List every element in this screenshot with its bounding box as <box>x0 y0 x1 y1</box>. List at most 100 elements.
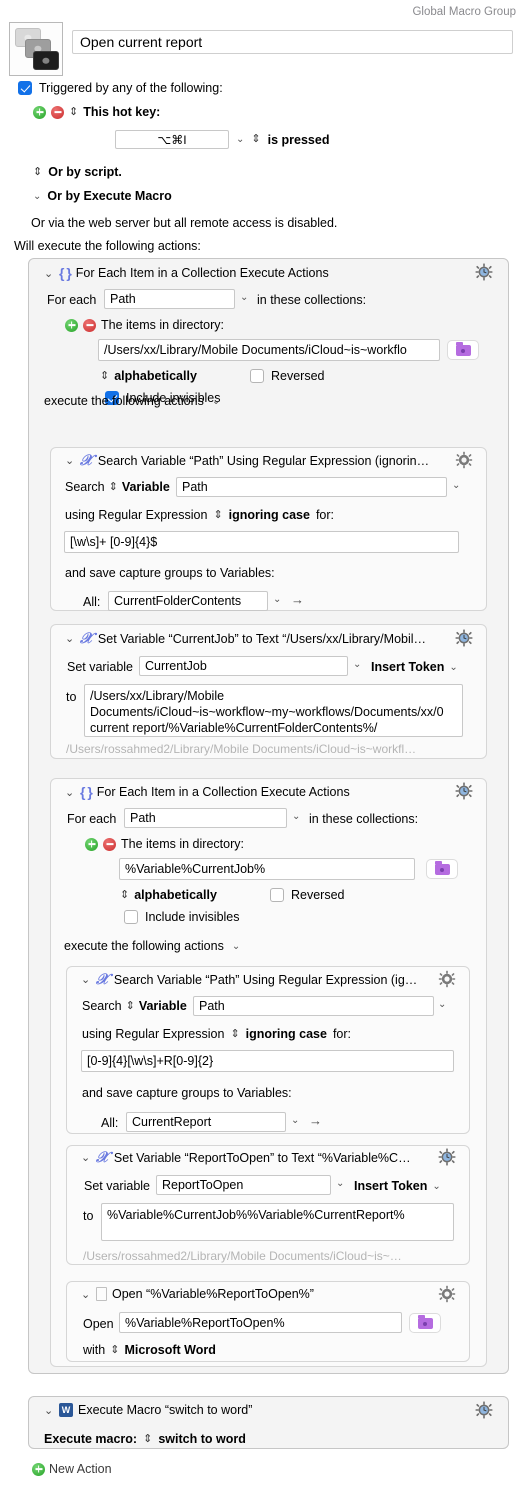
foreach-inner-directory-input[interactable]: %Variable%CurrentJob% <box>119 858 415 880</box>
foreach-inner-items-in-directory-label: The items in directory: <box>121 837 244 851</box>
execute-macro-disclosure-icon[interactable]: ⌄ <box>44 1404 54 1417</box>
script-trigger-stepper-icon[interactable]: ⇕ <box>33 166 42 178</box>
foreach-outer-sort-row[interactable]: ⇕ alphabetically <box>100 369 197 383</box>
foreach-inner-in-collections-label: in these collections: <box>309 812 419 826</box>
gear-icon[interactable] <box>455 451 473 469</box>
search2-source-chevron-down-icon[interactable]: ⌄ <box>438 999 446 1010</box>
trigger-enable-checkbox[interactable] <box>18 81 32 95</box>
search2-all-input[interactable]: CurrentReport <box>126 1112 286 1132</box>
foreach-inner-reversed-row[interactable]: Reversed <box>270 888 345 902</box>
hotkey-condition-stepper-icon[interactable]: ⇕ <box>251 134 260 145</box>
setvar1-set-variable-label: Set variable <box>67 660 134 674</box>
foreach-outer-execute-following-row[interactable]: execute the following actions ⌄ <box>44 394 220 408</box>
foreach-outer-disclosure-icon[interactable]: ⌄ <box>44 267 54 280</box>
search1-disclosure-icon[interactable]: ⌄ <box>65 454 75 467</box>
foreach-outer-variable-input[interactable]: Path <box>104 289 235 309</box>
remove-collection-button[interactable] <box>103 837 116 851</box>
foreach-inner-execute-following-chevron-down-icon[interactable]: ⌄ <box>232 941 240 952</box>
setvar1-variable-name: CurrentJob <box>145 659 207 673</box>
folder-icon <box>417 1315 433 1329</box>
add-collection-button[interactable] <box>65 318 78 332</box>
foreach-outer-folder-picker-button[interactable] <box>447 340 479 360</box>
open-title: Open “%Variable%ReportToOpen%” <box>112 1287 314 1301</box>
foreach-inner-execute-following-row[interactable]: execute the following actions ⌄ <box>64 939 240 953</box>
gear-icon[interactable] <box>438 1285 456 1303</box>
foreach-inner-folder-picker-button[interactable] <box>426 859 458 879</box>
foreach-inner-variable-input[interactable]: Path <box>124 808 287 828</box>
setvar2-text-input[interactable]: %Variable%CurrentJob%%Variable%CurrentRe… <box>101 1203 454 1241</box>
search2-case-stepper-icon[interactable]: ⇕ <box>230 1028 239 1040</box>
search1-for-label: for: <box>315 508 335 522</box>
remove-trigger-button[interactable] <box>51 105 64 119</box>
execute-macro-stepper-icon[interactable]: ⇕ <box>143 1433 152 1445</box>
action-search-variable-1[interactable] <box>50 447 487 611</box>
foreach-inner-invisibles-row[interactable]: Include invisibles <box>124 910 240 924</box>
foreach-inner-variable-chevron-down-icon[interactable]: ⌄ <box>292 811 300 822</box>
hotkey-type-stepper-icon[interactable]: ⇕ <box>69 106 78 118</box>
search2-disclosure-icon[interactable]: ⌄ <box>81 973 91 986</box>
new-action-button[interactable]: New Action <box>32 1462 112 1476</box>
execute-macro-row[interactable]: Execute macro: ⇕ switch to word <box>44 1432 246 1446</box>
open-path-input[interactable]: %Variable%ReportToOpen% <box>119 1312 402 1333</box>
execute-macro-trigger-row[interactable]: ⌄ Or by Execute Macro <box>33 189 172 203</box>
search1-goto-variable-arrow-icon[interactable]: → <box>291 592 304 607</box>
search2-all-chevron-down-icon[interactable]: ⌄ <box>291 1115 299 1126</box>
execute-macro-trigger-chevron-down-icon[interactable]: ⌄ <box>33 191 41 202</box>
setvar2-insert-token-button[interactable]: Insert Token ⌄ <box>354 1179 441 1193</box>
setvar1-variable-chevron-down-icon[interactable]: ⌄ <box>353 659 361 670</box>
gear-icon[interactable] <box>438 970 456 988</box>
open-with-row[interactable]: with ⇕ Microsoft Word <box>83 1343 216 1357</box>
remove-collection-button[interactable] <box>83 318 96 332</box>
macro-name-input[interactable]: Open current report <box>72 30 513 54</box>
open-folder-picker-button[interactable] <box>409 1313 441 1333</box>
search1-all-input[interactable]: CurrentFolderContents <box>108 591 268 611</box>
foreach-outer-reversed-checkbox[interactable] <box>250 369 264 383</box>
hotkey-input[interactable]: ⌥⌘I <box>115 130 229 149</box>
gear-clock-icon[interactable] <box>475 263 493 281</box>
search1-source-chevron-down-icon[interactable]: ⌄ <box>452 480 460 491</box>
setvar2-insert-token-chevron-down-icon[interactable]: ⌄ <box>432 1181 440 1192</box>
open-app-stepper-icon[interactable]: ⇕ <box>110 1344 119 1356</box>
open-disclosure-icon[interactable]: ⌄ <box>81 1288 91 1301</box>
setvar1-insert-token-chevron-down-icon[interactable]: ⌄ <box>449 662 457 673</box>
foreach-outer-variable-chevron-down-icon[interactable]: ⌄ <box>240 292 248 303</box>
setvar1-text-input[interactable]: /Users/xx/Library/Mobile Documents/iClou… <box>84 684 463 737</box>
foreach-inner-reversed-checkbox[interactable] <box>270 888 284 902</box>
search1-regex-input[interactable]: [\w\s]+ [0-9]{4}$ <box>64 531 459 553</box>
foreach-outer-reversed-row[interactable]: Reversed <box>250 369 325 383</box>
setvar1-variable-input[interactable]: CurrentJob <box>139 656 348 676</box>
search1-source-stepper-icon[interactable]: ⇕ <box>109 481 118 493</box>
setvar1-insert-token-button[interactable]: Insert Token ⌄ <box>371 660 458 674</box>
script-trigger-row[interactable]: ⇕ Or by script. <box>33 165 122 179</box>
foreach-inner-disclosure-icon[interactable]: ⌄ <box>65 786 75 799</box>
setvar2-disclosure-icon[interactable]: ⌄ <box>81 1151 91 1164</box>
search1-source-input[interactable]: Path <box>176 477 447 497</box>
gear-clock-icon[interactable] <box>455 629 473 647</box>
search1-case-stepper-icon[interactable]: ⇕ <box>213 509 222 521</box>
setvar2-variable-input[interactable]: ReportToOpen <box>156 1175 331 1195</box>
macro-icon[interactable] <box>9 22 63 76</box>
hotkey-chevron-down-icon[interactable]: ⌄ <box>236 134 244 145</box>
trigger-enable-row[interactable]: Triggered by any of the following: <box>18 81 223 95</box>
search2-goto-variable-arrow-icon[interactable]: → <box>309 1113 322 1128</box>
setvar2-variable-chevron-down-icon[interactable]: ⌄ <box>336 1178 344 1189</box>
gear-clock-icon[interactable] <box>438 1148 456 1166</box>
foreach-inner-sort-stepper-icon[interactable]: ⇕ <box>120 889 129 901</box>
search1-source-value: Path <box>182 480 208 494</box>
foreach-outer-foreach-label: For each <box>47 293 97 307</box>
foreach-inner-include-invisibles-checkbox[interactable] <box>124 910 138 924</box>
add-trigger-button[interactable] <box>33 105 46 119</box>
foreach-outer-sort-stepper-icon[interactable]: ⇕ <box>100 370 109 382</box>
foreach-outer-execute-following-chevron-down-icon[interactable]: ⌄ <box>212 396 220 407</box>
gear-clock-icon[interactable] <box>455 782 473 800</box>
foreach-inner-sort-row[interactable]: ⇕ alphabetically <box>120 888 217 902</box>
search2-regex-input[interactable]: [0-9]{4}[\w\s]+R[0-9]{2} <box>81 1050 454 1072</box>
search2-source-stepper-icon[interactable]: ⇕ <box>126 1000 135 1012</box>
foreach-outer-directory-input[interactable]: /Users/xx/Library/Mobile Documents/iClou… <box>98 339 440 361</box>
setvar1-disclosure-icon[interactable]: ⌄ <box>65 632 75 645</box>
search2-source-input[interactable]: Path <box>193 996 434 1016</box>
search1-all-chevron-down-icon[interactable]: ⌄ <box>273 594 281 605</box>
add-collection-button[interactable] <box>85 837 98 851</box>
gear-clock-icon[interactable] <box>475 1401 493 1419</box>
search1-using-label: using Regular Expression <box>65 508 208 522</box>
